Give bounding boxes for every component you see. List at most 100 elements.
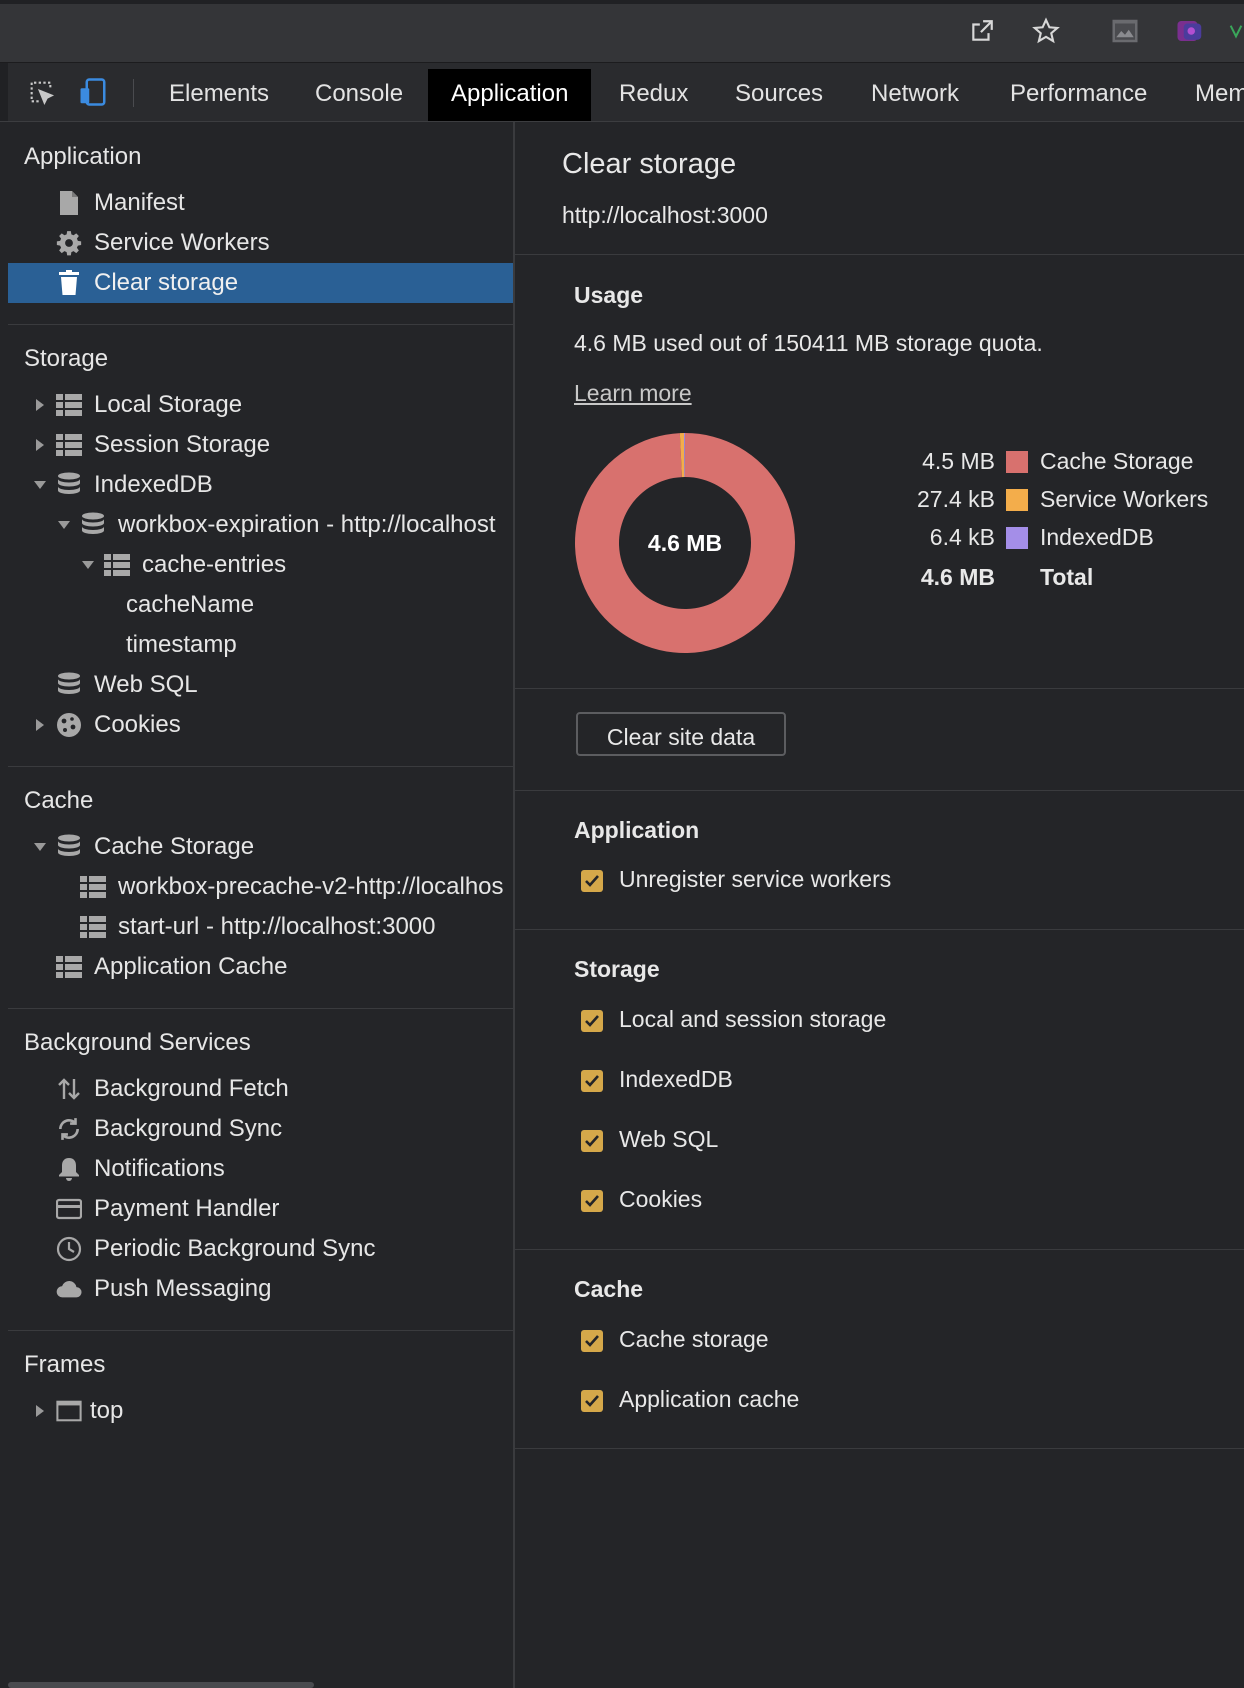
section-header-frames: Frames bbox=[24, 1351, 106, 1378]
checkbox-label: Local and session storage bbox=[619, 1006, 887, 1032]
sidebar-item-label: Web SQL bbox=[94, 671, 198, 698]
tab-elements[interactable]: Elements bbox=[146, 69, 292, 121]
sidebar-item-workbox-precache[interactable]: workbox-precache-v2-http://localhos bbox=[8, 867, 513, 907]
bookmark-star-icon[interactable] bbox=[1031, 16, 1061, 46]
checkbox-checked-icon[interactable] bbox=[581, 1390, 603, 1412]
checkbox-checked-icon[interactable] bbox=[581, 870, 603, 892]
tab-network[interactable]: Network bbox=[848, 69, 982, 121]
checkbox-label: IndexedDB bbox=[619, 1066, 733, 1092]
sidebar-item-web-sql[interactable]: Web SQL bbox=[8, 665, 513, 705]
checkbox-checked-icon[interactable] bbox=[581, 1010, 603, 1032]
expand-triangle-icon[interactable] bbox=[32, 705, 48, 745]
clear-storage-panel: Clear storage http://localhost:3000 Usag… bbox=[515, 122, 1244, 1688]
sidebar-item-label: Cache Storage bbox=[94, 833, 255, 860]
sidebar-item-background-fetch[interactable]: Background Fetch bbox=[8, 1069, 513, 1109]
collapse-triangle-icon[interactable] bbox=[32, 827, 48, 867]
tab-sources[interactable]: Sources bbox=[712, 69, 846, 121]
grid-icon bbox=[80, 874, 106, 900]
tab-memory[interactable]: Mem bbox=[1172, 69, 1244, 121]
checkbox-label: Application cache bbox=[619, 1386, 800, 1412]
sidebar-item-label: cache-entries bbox=[142, 551, 287, 578]
open-external-icon[interactable] bbox=[967, 16, 997, 46]
grid-icon bbox=[80, 914, 106, 940]
horizontal-scrollbar[interactable] bbox=[8, 1682, 314, 1688]
sidebar-item-notifications[interactable]: Notifications bbox=[8, 1149, 513, 1189]
arrows-updown-icon bbox=[56, 1076, 82, 1102]
sidebar-item-frame-top[interactable]: top bbox=[8, 1391, 513, 1431]
sidebar-item-label: Push Messaging bbox=[94, 1275, 272, 1302]
legend-label: Cache Storage bbox=[1040, 448, 1194, 474]
sidebar-item-label: Clear storage bbox=[94, 269, 239, 296]
sidebar-item-label: top bbox=[90, 1397, 124, 1424]
checkbox-checked-icon[interactable] bbox=[581, 1130, 603, 1152]
learn-more-link[interactable]: Learn more bbox=[574, 380, 692, 407]
sidebar-item-label: Local Storage bbox=[94, 391, 243, 418]
section-title-usage: Usage bbox=[574, 282, 644, 308]
gear-icon bbox=[56, 230, 82, 256]
checkbox-label: Cache storage bbox=[619, 1326, 769, 1352]
sidebar-item-payment-handler[interactable]: Payment Handler bbox=[8, 1189, 513, 1229]
tab-redux[interactable]: Redux bbox=[596, 69, 711, 121]
database-icon bbox=[80, 512, 106, 538]
legend-label: Service Workers bbox=[1040, 486, 1209, 512]
sidebar-item-label: Service Workers bbox=[94, 229, 270, 256]
sidebar-item-label: Periodic Background Sync bbox=[94, 1235, 376, 1262]
database-icon bbox=[56, 834, 82, 860]
sidebar-item-workbox-expiration[interactable]: workbox-expiration - http://localhost bbox=[8, 505, 513, 545]
tab-console[interactable]: Console bbox=[292, 69, 426, 121]
collapse-triangle-icon[interactable] bbox=[32, 465, 48, 505]
sidebar-item-label: Background Sync bbox=[94, 1115, 283, 1142]
sidebar-item-local-storage[interactable]: Local Storage bbox=[8, 385, 513, 425]
sidebar-item-timestamp[interactable]: timestamp bbox=[8, 625, 513, 665]
collapse-triangle-icon[interactable] bbox=[56, 505, 72, 545]
inspect-element-icon[interactable] bbox=[26, 77, 56, 107]
sidebar-item-push-messaging[interactable]: Push Messaging bbox=[8, 1269, 513, 1309]
legend-value: 6.4 kB bbox=[929, 524, 995, 550]
sidebar-item-service-workers[interactable]: Service Workers bbox=[8, 223, 513, 263]
checkbox-checked-icon[interactable] bbox=[581, 1330, 603, 1352]
section-header-storage: Storage bbox=[24, 345, 109, 372]
expand-triangle-icon[interactable] bbox=[32, 1391, 48, 1431]
expand-triangle-icon[interactable] bbox=[32, 385, 48, 425]
sidebar-item-cache-entries[interactable]: cache-entries bbox=[8, 545, 513, 585]
donut-center-label: 4.6 MB bbox=[647, 530, 723, 556]
sidebar-item-cache-storage[interactable]: Cache Storage bbox=[8, 827, 513, 867]
section-title-cache: Cache bbox=[574, 1276, 644, 1302]
tab-application[interactable]: Application bbox=[428, 69, 592, 121]
sidebar-item-clear-storage[interactable]: Clear storage bbox=[8, 263, 513, 303]
checkbox-checked-icon[interactable] bbox=[581, 1070, 603, 1092]
extension-icon[interactable] bbox=[1110, 16, 1140, 46]
page-title: Clear storage bbox=[562, 148, 737, 180]
sidebar-item-start-url[interactable]: start-url - http://localhost:3000 bbox=[8, 907, 513, 947]
tab-performance[interactable]: Performance bbox=[987, 69, 1170, 121]
grid-icon bbox=[56, 392, 82, 418]
devtools-tab-strip: Elements Console Application Redux Sourc… bbox=[0, 63, 1244, 122]
sidebar-item-periodic-background-sync[interactable]: Periodic Background Sync bbox=[8, 1229, 513, 1269]
clock-icon bbox=[56, 1236, 82, 1262]
sidebar-item-background-sync[interactable]: Background Sync bbox=[8, 1109, 513, 1149]
sidebar-item-cookies[interactable]: Cookies bbox=[8, 705, 513, 745]
card-icon bbox=[56, 1196, 82, 1222]
checkbox-label: Web SQL bbox=[619, 1126, 719, 1152]
legend-total-value: 4.6 MB bbox=[920, 564, 995, 590]
device-toolbar-icon[interactable] bbox=[78, 77, 108, 107]
sidebar-item-manifest[interactable]: Manifest bbox=[8, 183, 513, 223]
sidebar-item-label: cacheName bbox=[126, 591, 255, 618]
legend-swatch bbox=[1006, 489, 1028, 511]
sidebar-item-label: workbox-expiration - http://localhost bbox=[118, 511, 496, 538]
section-header-application: Application bbox=[24, 143, 142, 170]
checkbox-checked-icon[interactable] bbox=[581, 1190, 603, 1212]
checkbox-label: Unregister service workers bbox=[619, 866, 892, 892]
collapse-triangle-icon[interactable] bbox=[80, 545, 96, 585]
sidebar-item-label: Background Fetch bbox=[94, 1075, 289, 1102]
sidebar-item-indexeddb[interactable]: IndexedDB bbox=[8, 465, 513, 505]
expand-triangle-icon[interactable] bbox=[32, 425, 48, 465]
sidebar-item-application-cache[interactable]: Application Cache bbox=[8, 947, 513, 987]
extension-icon[interactable] bbox=[1175, 16, 1205, 46]
legend-value: 4.5 MB bbox=[922, 448, 995, 474]
grid-icon bbox=[56, 954, 82, 980]
sidebar-item-session-storage[interactable]: Session Storage bbox=[8, 425, 513, 465]
clear-site-data-button[interactable]: Clear site data bbox=[576, 712, 786, 756]
sidebar-item-cachename[interactable]: cacheName bbox=[8, 585, 513, 625]
extension-icon[interactable] bbox=[1228, 16, 1244, 46]
